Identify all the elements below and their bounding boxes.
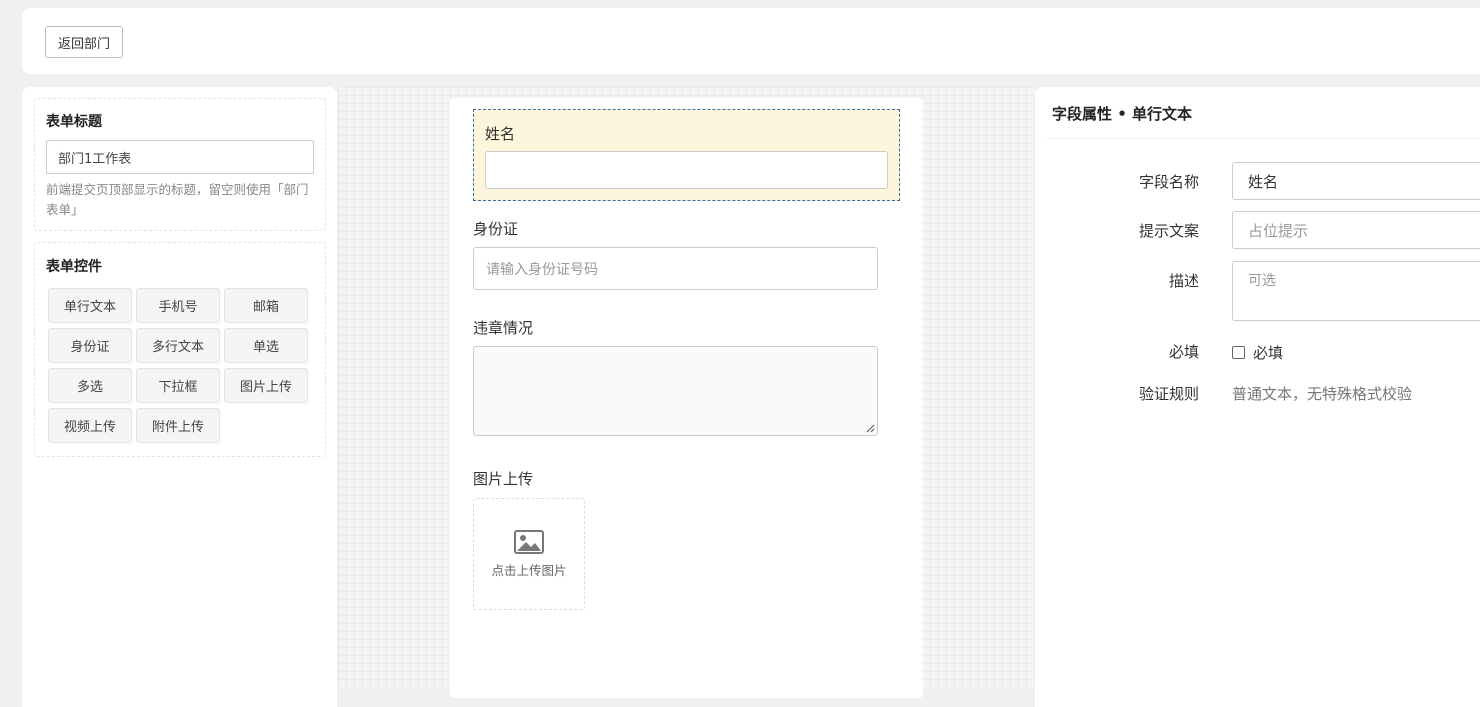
required-toggle[interactable]: 必填 [1232, 342, 1283, 363]
form-controls-card: 表单控件 单行文本 手机号 邮箱 身份证 多行文本 单选 多选 下拉框 图片上传… [34, 242, 326, 457]
field-label-name: 姓名 [485, 125, 516, 143]
prop-input-field-name[interactable]: 姓名 [1232, 162, 1480, 200]
form-title-input[interactable]: 部门1工作表 [46, 140, 314, 174]
control-single-line-text[interactable]: 单行文本 [48, 288, 132, 323]
field-input-id-card[interactable]: 请输入身份证号码 [473, 247, 878, 290]
image-upload-text: 点击上传图片 [491, 562, 567, 578]
resize-handle-icon[interactable] [866, 424, 875, 433]
form-title-card: 表单标题 部门1工作表 前端提交页顶部显示的标题，留空则使用「部门表单」 [34, 98, 326, 231]
form-title-heading: 表单标题 [46, 114, 102, 130]
control-attachment-upload[interactable]: 附件上传 [136, 408, 220, 443]
prop-label-description: 描述 [1168, 272, 1199, 290]
prop-label-field-name: 字段名称 [1138, 173, 1199, 191]
required-checkbox[interactable] [1232, 346, 1245, 359]
form-title-hint: 前端提交页顶部显示的标题，留空则使用「部门表单」 [46, 182, 309, 217]
control-dropdown[interactable]: 下拉框 [136, 368, 220, 403]
form-canvas: 姓名 身份证 请输入身份证号码 违章情况 图片上传 点击上传图片 [338, 87, 1034, 698]
control-video-upload[interactable]: 视频上传 [48, 408, 132, 443]
field-label-image-upload: 图片上传 [473, 470, 534, 488]
prop-textarea-description[interactable]: 可选 [1232, 261, 1480, 321]
control-phone[interactable]: 手机号 [136, 288, 220, 323]
prop-label-placeholder: 提示文案 [1138, 222, 1199, 240]
top-bar: 返回部门 [22, 8, 1480, 74]
field-image-upload[interactable]: 图片上传 点击上传图片 [473, 468, 900, 610]
field-id-card[interactable]: 身份证 请输入身份证号码 [473, 218, 900, 290]
required-checkbox-label: 必填 [1253, 344, 1284, 362]
properties-title: 字段属性 • 单行文本 [1052, 105, 1193, 123]
prop-label-required: 必填 [1168, 343, 1199, 361]
validation-rule-text: 普通文本，无特殊格式校验 [1232, 385, 1413, 403]
control-palette: 单行文本 手机号 邮箱 身份证 多行文本 单选 多选 下拉框 图片上传 视频上传… [48, 288, 312, 443]
field-violation[interactable]: 违章情况 [473, 317, 900, 436]
prop-label-validation: 验证规则 [1138, 385, 1199, 403]
prop-input-placeholder[interactable]: 占位提示 [1232, 211, 1480, 249]
control-multi-line-text[interactable]: 多行文本 [136, 328, 220, 363]
control-radio[interactable]: 单选 [224, 328, 308, 363]
field-label-id-card: 身份证 [473, 220, 519, 238]
image-upload-box[interactable]: 点击上传图片 [473, 498, 585, 610]
properties-divider [1047, 138, 1480, 139]
form-controls-heading: 表单控件 [46, 259, 102, 275]
field-name-selected[interactable]: 姓名 [473, 109, 900, 201]
control-id-card[interactable]: 身份证 [48, 328, 132, 363]
control-email[interactable]: 邮箱 [224, 288, 308, 323]
image-icon [514, 529, 544, 554]
field-textarea-violation[interactable] [473, 346, 878, 436]
control-checkbox[interactable]: 多选 [48, 368, 132, 403]
field-input-name[interactable] [485, 151, 888, 189]
control-image-upload[interactable]: 图片上传 [224, 368, 308, 403]
form-sheet: 姓名 身份证 请输入身份证号码 违章情况 图片上传 点击上传图片 [450, 98, 923, 698]
field-label-violation: 违章情况 [473, 319, 534, 337]
back-to-department-button[interactable]: 返回部门 [45, 26, 123, 58]
left-panel: 表单标题 部门1工作表 前端提交页顶部显示的标题，留空则使用「部门表单」 表单控… [22, 87, 337, 707]
field-properties-panel: 字段属性 • 单行文本 字段名称 姓名 提示文案 占位提示 描述 可选 必填 必… [1035, 87, 1480, 707]
